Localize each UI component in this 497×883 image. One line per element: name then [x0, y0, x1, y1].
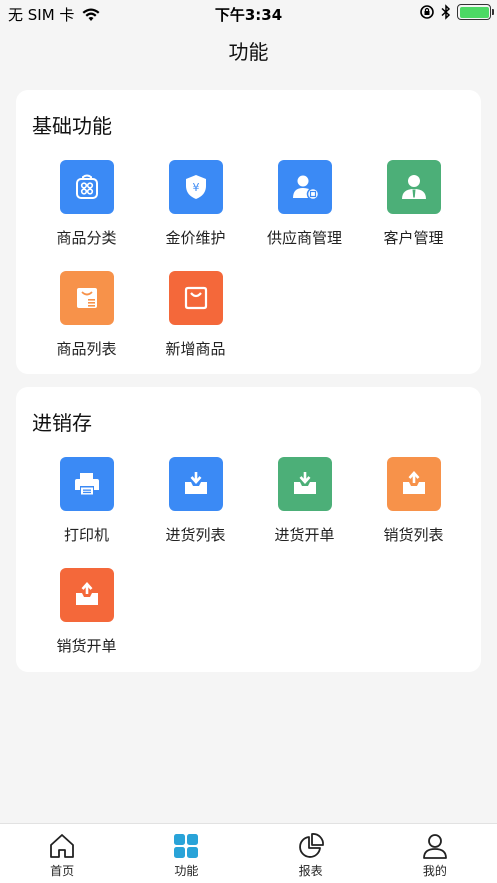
menu-item-inbound-order[interactable]: 进货开单 — [250, 457, 359, 568]
supplier-icon — [277, 160, 332, 214]
menu-item-customer[interactable]: 客户管理 — [359, 160, 468, 271]
menu-item-label: 销货开单 — [56, 637, 117, 655]
section-title: 基础功能 — [32, 114, 112, 138]
menu-item-inbound-list[interactable]: 进货列表 — [141, 457, 250, 568]
tab-label: 首页 — [50, 864, 75, 878]
tab-label: 报表 — [298, 864, 323, 878]
menu-item-label: 金价维护 — [165, 229, 226, 247]
menu-item-label: 进货列表 — [165, 526, 226, 544]
svg-text:¥: ¥ — [192, 181, 199, 194]
printer-icon — [59, 457, 114, 511]
menu-item-category[interactable]: 商品分类 — [32, 160, 141, 271]
add-product-icon — [168, 271, 223, 325]
menu-item-gold-price[interactable]: ¥ 金价维护 — [141, 160, 250, 271]
menu-item-supplier[interactable]: 供应商管理 — [250, 160, 359, 271]
category-icon — [59, 160, 114, 214]
battery-icon — [457, 4, 494, 20]
pie-chart-icon — [298, 833, 324, 858]
inbound-order-icon — [277, 457, 332, 511]
orientation-lock-icon — [420, 5, 434, 19]
menu-item-label: 进货开单 — [274, 526, 335, 544]
price-shield-icon: ¥ — [168, 160, 223, 214]
tab-home[interactable]: 首页 — [0, 824, 124, 883]
tab-bar: 首页 功能 报表 我的 — [0, 823, 497, 883]
section-inventory: 进销存 打印机 进货列表 进货开单 销货列表 销货开单 — [16, 387, 481, 672]
menu-item-label: 客户管理 — [383, 229, 444, 247]
menu-item-add-product[interactable]: 新增商品 — [141, 271, 250, 382]
menu-item-sales-order[interactable]: 销货开单 — [32, 568, 141, 679]
tab-functions[interactable]: 功能 — [124, 824, 248, 883]
menu-item-sales-list[interactable]: 销货列表 — [359, 457, 468, 568]
sales-list-icon — [386, 457, 441, 511]
menu-item-label: 打印机 — [63, 526, 109, 544]
grid-icon — [174, 834, 199, 858]
section-title: 进销存 — [32, 411, 92, 435]
menu-item-printer[interactable]: 打印机 — [32, 457, 141, 568]
sales-order-icon — [59, 568, 114, 622]
tab-reports[interactable]: 报表 — [249, 824, 373, 883]
status-bar: 无 SIM 卡 下午3:34 — [0, 0, 497, 26]
menu-item-label: 销货列表 — [383, 526, 444, 544]
tab-label: 我的 — [422, 864, 447, 878]
menu-item-product-list[interactable]: 商品列表 — [32, 271, 141, 382]
bluetooth-icon — [441, 4, 451, 20]
tab-label: 功能 — [174, 864, 199, 878]
menu-item-label: 供应商管理 — [266, 229, 342, 247]
tab-profile[interactable]: 我的 — [373, 824, 497, 883]
menu-item-label: 商品分类 — [56, 229, 117, 247]
page-title: 功能 — [228, 40, 269, 64]
function-grid: 打印机 进货列表 进货开单 销货列表 销货开单 — [32, 457, 468, 679]
section-basic-functions: 基础功能 商品分类 ¥ 金价维护 供应商管理 客户管理 商品列表 新增商品 — [16, 90, 481, 374]
home-icon — [50, 834, 75, 858]
customer-icon — [386, 160, 441, 214]
inbound-list-icon — [168, 457, 223, 511]
product-list-icon — [59, 271, 114, 325]
menu-item-label: 新增商品 — [165, 340, 226, 358]
menu-item-label: 商品列表 — [56, 340, 117, 358]
function-grid: 商品分类 ¥ 金价维护 供应商管理 客户管理 商品列表 新增商品 — [32, 160, 468, 382]
status-right — [419, 4, 494, 20]
profile-icon — [422, 834, 447, 859]
